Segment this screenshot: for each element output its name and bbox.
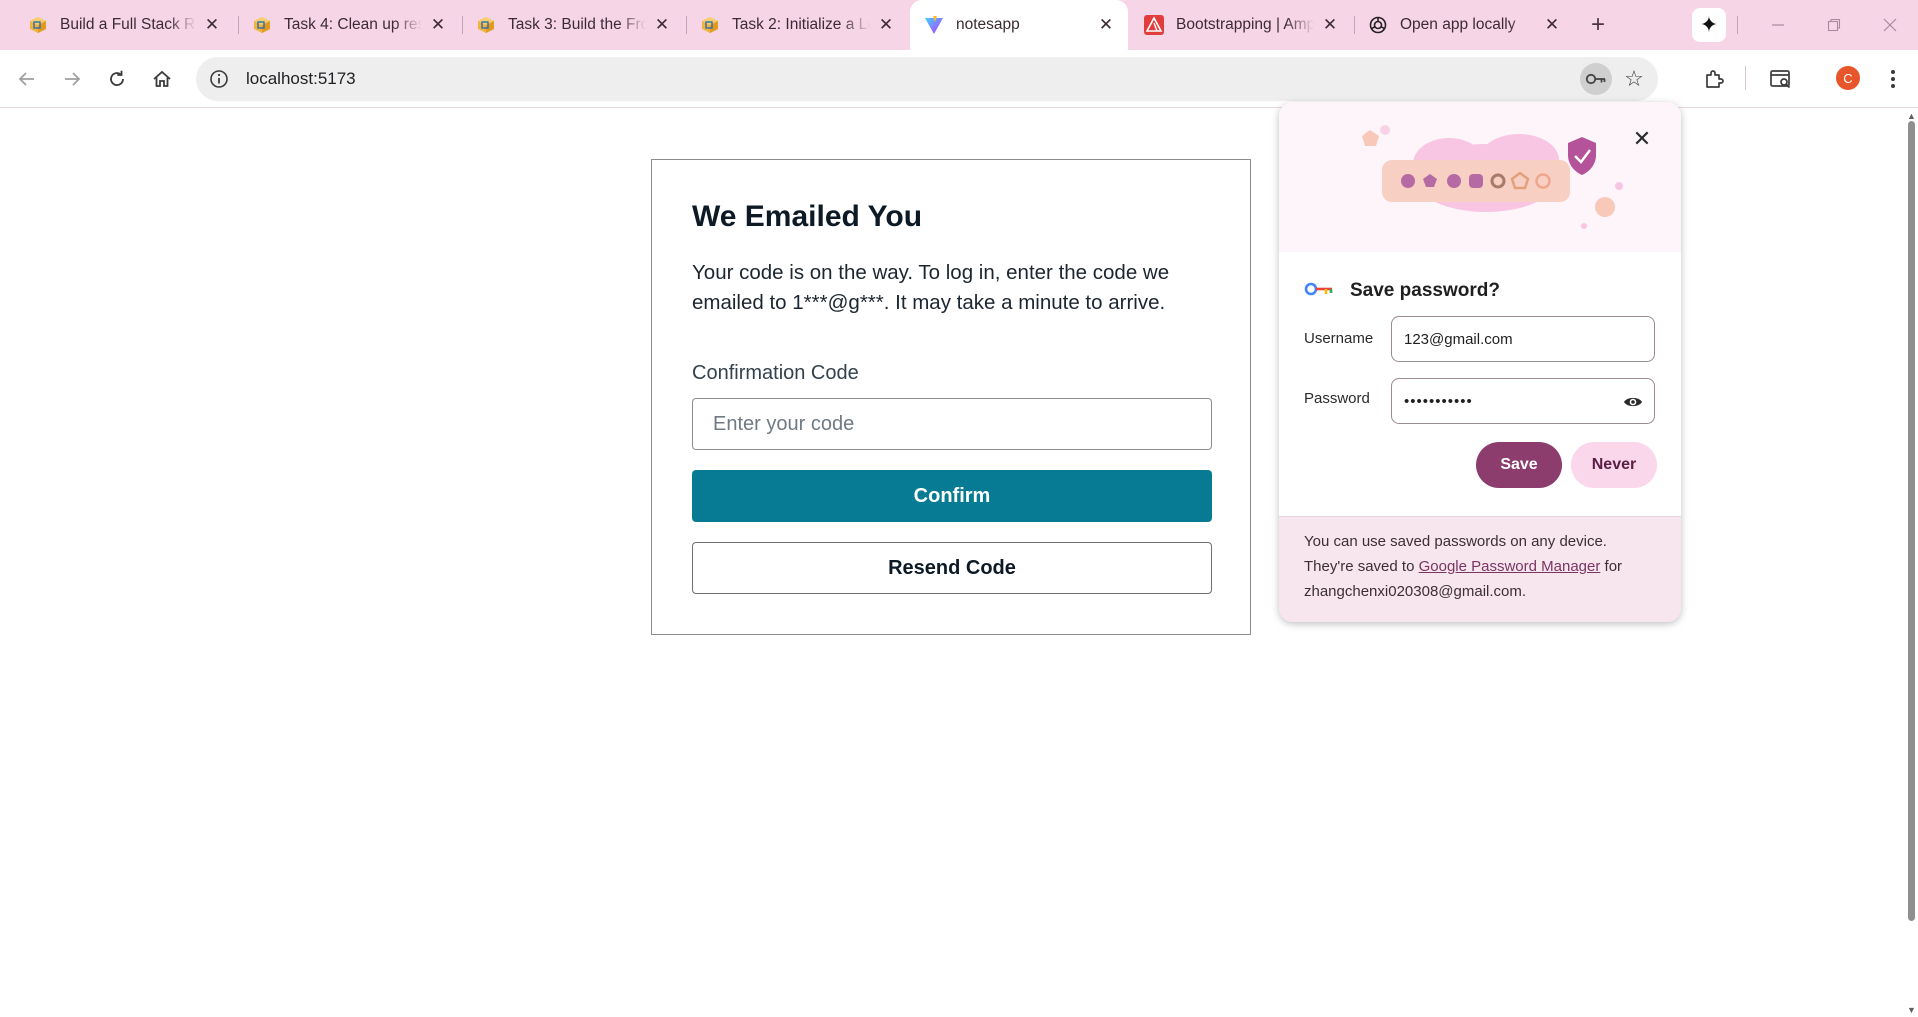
reload-button[interactable] bbox=[100, 62, 134, 96]
resend-code-button[interactable]: Resend Code bbox=[692, 542, 1212, 594]
amplify-logo-icon bbox=[1144, 15, 1164, 35]
password-label: Password bbox=[1304, 390, 1370, 407]
back-button[interactable] bbox=[10, 62, 44, 96]
amplify-cube-icon bbox=[28, 15, 48, 35]
close-icon[interactable]: ✕ bbox=[1096, 15, 1116, 35]
close-bubble-icon[interactable]: ✕ bbox=[1627, 124, 1657, 154]
tab-task-4[interactable]: Task 4: Clean up reso ✕ bbox=[238, 8, 460, 42]
confirm-button[interactable]: Confirm bbox=[692, 470, 1212, 522]
tab-title: Open app locally bbox=[1400, 16, 1516, 33]
google-password-key-icon bbox=[1304, 282, 1334, 301]
bookmark-star-icon[interactable]: ☆ bbox=[1618, 63, 1650, 95]
vite-icon bbox=[924, 15, 944, 35]
tab-task-3[interactable]: Task 3: Build the Fron ✕ bbox=[462, 8, 684, 42]
close-icon[interactable]: ✕ bbox=[652, 15, 672, 35]
home-button[interactable] bbox=[145, 62, 179, 96]
username-field[interactable] bbox=[1391, 316, 1655, 362]
confirmation-code-label: Confirmation Code bbox=[692, 362, 859, 384]
username-label: Username bbox=[1304, 330, 1374, 347]
bubble-heading-row: Save password? bbox=[1304, 280, 1500, 302]
tab-title: Build a Full Stack Re bbox=[60, 16, 196, 33]
toolbar-separator bbox=[1737, 16, 1738, 34]
close-window-icon[interactable] bbox=[1870, 10, 1910, 40]
extensions-icon[interactable] bbox=[1697, 62, 1731, 96]
scroll-thumb[interactable] bbox=[1908, 121, 1915, 921]
forward-button[interactable] bbox=[55, 62, 89, 96]
tab-search-icon[interactable] bbox=[1764, 62, 1798, 96]
close-icon[interactable]: ✕ bbox=[1320, 15, 1340, 35]
save-password-button[interactable]: Save bbox=[1476, 442, 1562, 488]
scroll-down-icon[interactable]: ▼ bbox=[1906, 1005, 1917, 1015]
browser-toolbar: localhost:5173 ☆ bbox=[0, 50, 1918, 108]
tab-title: notesapp bbox=[956, 16, 1020, 33]
tab-open-app-locally[interactable]: Open app locally ✕ bbox=[1354, 8, 1574, 42]
address-bar[interactable]: localhost:5173 ☆ bbox=[196, 57, 1658, 101]
tab-title: Task 3: Build the Fron bbox=[508, 16, 646, 33]
bubble-title: Save password? bbox=[1350, 280, 1500, 301]
url-text: localhost:5173 bbox=[246, 69, 356, 88]
confirm-signup-card: We Emailed You Your code is on the way. … bbox=[651, 159, 1251, 635]
eye-icon[interactable] bbox=[1621, 390, 1645, 414]
close-icon[interactable]: ✕ bbox=[876, 15, 896, 35]
close-icon[interactable]: ✕ bbox=[1542, 15, 1562, 35]
close-icon[interactable]: ✕ bbox=[428, 15, 448, 35]
page-title: We Emailed You bbox=[692, 200, 923, 233]
amplify-cube-icon bbox=[476, 15, 496, 35]
page-scrollbar[interactable]: ▲ ▼ bbox=[1904, 109, 1918, 1017]
close-icon[interactable]: ✕ bbox=[202, 15, 222, 35]
save-password-bubble: ✕ Save password? Username Password Save … bbox=[1279, 102, 1681, 622]
bubble-footer: You can use saved passwords on any devic… bbox=[1279, 516, 1681, 622]
password-manager-link[interactable]: Google Password Manager bbox=[1419, 558, 1601, 575]
toolbar-divider bbox=[1745, 66, 1746, 90]
reload-icon bbox=[110, 70, 124, 86]
tab-title: Task 4: Clean up reso bbox=[284, 16, 422, 33]
confirmation-code-input[interactable] bbox=[692, 398, 1212, 450]
tab-title: Bootstrapping | Amp bbox=[1176, 16, 1314, 33]
password-field[interactable] bbox=[1391, 378, 1655, 424]
tab-strip: Build a Full Stack Re ✕ Task 4: Clean up… bbox=[0, 0, 1918, 50]
amplify-cube-icon bbox=[252, 15, 272, 35]
password-key-icon[interactable] bbox=[1580, 63, 1612, 95]
tab-notesapp[interactable]: notesapp ✕ bbox=[910, 0, 1128, 50]
tab-title: Task 2: Initialize a Lo bbox=[732, 16, 870, 33]
home-icon bbox=[153, 70, 171, 87]
restore-icon[interactable] bbox=[1814, 10, 1854, 40]
tab-bootstrapping[interactable]: Bootstrapping | Amp ✕ bbox=[1130, 8, 1352, 42]
amplify-cube-icon bbox=[700, 15, 720, 35]
tab-build-full-stack[interactable]: Build a Full Stack Re ✕ bbox=[14, 8, 234, 42]
profile-avatar[interactable]: C bbox=[1836, 66, 1860, 90]
new-tab-button[interactable]: + bbox=[1581, 11, 1615, 38]
gemini-icon[interactable]: ✦ bbox=[1692, 8, 1726, 42]
arrow-right-icon bbox=[65, 72, 81, 86]
never-save-button[interactable]: Never bbox=[1571, 442, 1657, 488]
scroll-up-icon[interactable]: ▲ bbox=[1906, 111, 1917, 121]
openai-icon bbox=[1368, 15, 1388, 35]
site-info-icon[interactable] bbox=[206, 66, 232, 92]
confirmation-message: Your code is on the way. To log in, ente… bbox=[692, 261, 1170, 314]
password-illustration bbox=[1279, 102, 1681, 252]
minimize-icon[interactable] bbox=[1758, 10, 1798, 40]
menu-kebab-icon[interactable] bbox=[1876, 62, 1910, 96]
tab-task-2[interactable]: Task 2: Initialize a Lo ✕ bbox=[686, 8, 908, 42]
arrow-left-icon bbox=[18, 72, 34, 86]
